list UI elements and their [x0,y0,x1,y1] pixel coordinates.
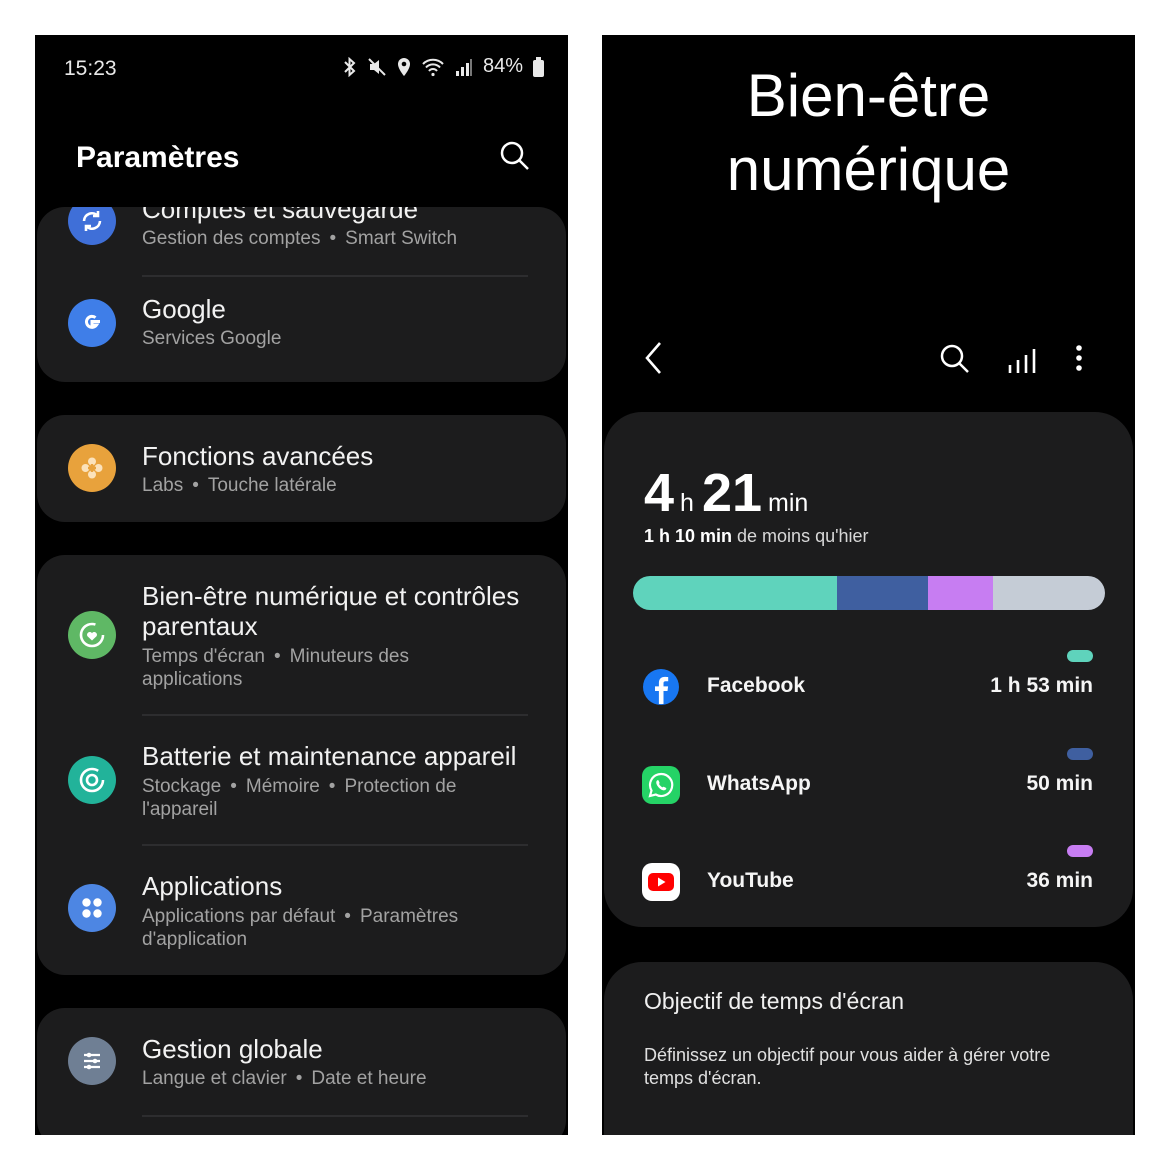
item-title: Gestion globale [142,1034,323,1064]
mute-icon [368,57,386,76]
search-icon[interactable] [938,340,972,376]
item-subtitle: Stockage • Mémoire • Protection de l'apparei… [142,776,457,820]
page-title-line1: Bien-être [746,62,991,129]
item-subtitle: Services Google [142,328,282,349]
bar-chart-icon[interactable] [1007,340,1037,376]
goal-description: Définissez un objectif pour vous aider à… [644,1045,1051,1088]
settings-card-advanced: Fonctions avancées Labs • Touche latérale [37,415,566,522]
status-bar: 15:23 84% [35,47,568,87]
signal-icon [455,58,472,76]
settings-card-general: Gestion globale Langue et clavier • Date e… [37,1008,566,1135]
facebook-icon [643,669,679,705]
item-title: Applications [142,871,283,901]
settings-card-accounts: Comptes et sauvegarde Gestion des compte… [37,207,566,382]
divider [142,275,528,277]
app-row-youtube[interactable]: YouTube 36 min [604,845,1133,911]
legend-pill [1067,845,1093,857]
wifi-icon [422,58,444,76]
item-title: Comptes et sauvegarde [142,207,419,224]
item-title: Bien-être numérique et contrôles parenta… [142,581,520,641]
app-row-whatsapp[interactable]: WhatsApp 50 min [604,748,1133,814]
settings-card-wellbeing: Bien-être numérique et contrôles parenta… [37,555,566,975]
item-title: Batterie et maintenance appareil [142,741,517,771]
status-icons: 84% [343,55,544,78]
item-subtitle: Temps d'écran • Minuteurs des applications [142,646,409,690]
goal-title: Objectif de temps d'écran [644,988,905,1014]
item-subtitle: Gestion des comptes • Smart Switch [142,228,458,249]
item-subtitle: Labs • Touche latérale [142,475,337,496]
page-title: Bien-être numérique [602,59,1135,207]
settings-item-digital-wellbeing[interactable]: Bien-être numérique et contrôles parenta… [37,555,566,715]
divider [142,1115,528,1117]
digital-wellbeing-screen: Bien-être numérique 4 h 21 min 1 h 10 mi… [602,35,1135,1135]
app-name: YouTube [707,869,794,892]
sliders-icon [68,1037,116,1085]
apps-grid-icon [68,884,116,932]
app-time: 1 h 53 min [990,674,1093,697]
usage-card[interactable]: 4 h 21 min 1 h 10 min de moins qu'hier F… [604,412,1133,927]
usage-bar-segment-other [992,576,1105,610]
app-row-facebook[interactable]: Facebook 1 h 53 min [604,650,1133,716]
google-icon [68,299,116,347]
legend-pill [1067,748,1093,760]
device-care-icon [68,756,116,804]
item-subtitle: Langue et clavier • Date et heure [142,1068,427,1089]
screen-time-goal-card[interactable]: Objectif de temps d'écran Définissez un … [604,962,1133,1135]
item-subtitle: Applications par défaut • Paramètres d'app… [142,906,459,950]
page-title-line2: numérique [726,136,1011,203]
item-title: Fonctions avancées [142,441,374,471]
page-title: Paramètres [76,141,240,174]
back-arrow-icon[interactable] [642,340,666,376]
whatsapp-icon [642,766,680,804]
settings-item-accounts[interactable]: Comptes et sauvegarde Gestion des compte… [37,207,566,277]
puzzle-icon [68,444,116,492]
usage-bar-segment [927,576,993,610]
battery-percentage: 84% [482,55,523,77]
app-time: 50 min [1026,772,1093,795]
settings-screen: 15:23 84% Paramètres Comptes et sauvegar… [35,35,568,1135]
status-time: 15:23 [64,57,117,80]
more-options-icon[interactable] [1074,340,1084,376]
youtube-icon [642,863,680,901]
wellbeing-icon [68,611,116,659]
app-name: WhatsApp [707,772,811,795]
location-icon [397,57,410,76]
usage-bar-segment [633,576,838,610]
app-time: 36 min [1026,869,1093,892]
settings-item-google[interactable]: Google Services Google [37,279,566,382]
sync-icon [68,207,116,245]
usage-bar [633,576,1105,610]
app-name: Facebook [707,674,806,697]
search-icon[interactable] [499,140,531,172]
total-screen-time: 4 h 21 min [644,463,809,523]
bluetooth-icon [344,56,356,77]
settings-item-battery[interactable]: Batterie et maintenance appareil Stockag… [37,716,566,844]
legend-pill [1067,650,1093,662]
settings-item-applications[interactable]: Applications Applications par défaut • Par… [37,846,566,975]
settings-item-general-management[interactable]: Gestion globale Langue et clavier • Date e… [37,1008,566,1115]
settings-item-advanced-features[interactable]: Fonctions avancées Labs • Touche latérale [37,415,566,522]
usage-comparison: 1 h 10 min de moins qu'hier [644,526,869,546]
battery-icon [533,56,544,77]
usage-bar-segment [837,576,928,610]
item-title: Google [142,294,226,324]
